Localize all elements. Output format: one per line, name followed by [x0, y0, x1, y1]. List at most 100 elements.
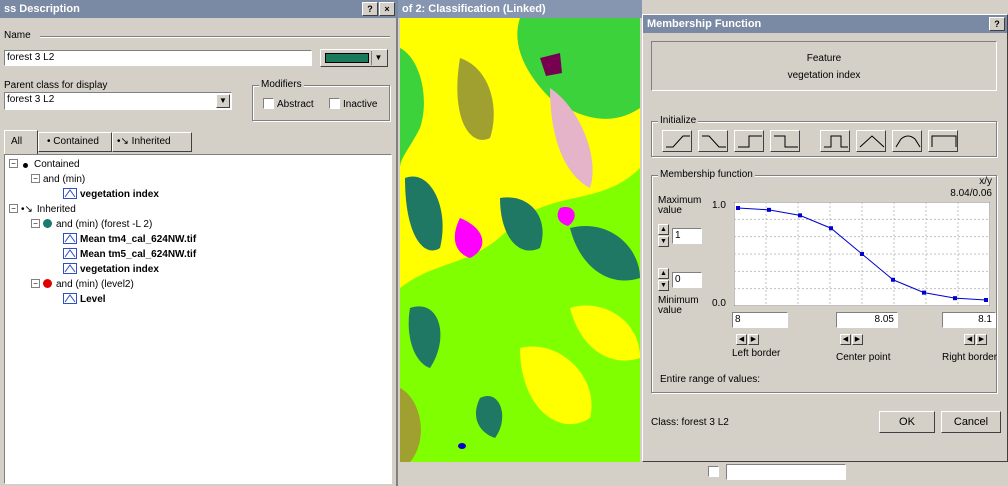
ok-button[interactable]: OK [879, 411, 935, 433]
curve-point[interactable] [736, 206, 740, 210]
initialize-buttons [662, 130, 992, 154]
class-description-titlebar: ss Description ? × [0, 0, 398, 18]
contained-dot-icon: • [47, 136, 51, 147]
close-button[interactable]: × [379, 2, 395, 16]
function-shape-icon [859, 135, 885, 148]
abstract-checkbox[interactable]: Abstract [263, 98, 314, 110]
tab-all-label: All [11, 136, 23, 147]
curve-point[interactable] [922, 290, 926, 295]
function-shape-icon [738, 135, 762, 148]
classification-view-titlebar: of 2: Classification (Linked) [398, 0, 642, 18]
function-shape-button[interactable] [662, 130, 692, 152]
abstract-checkbox-box[interactable] [263, 98, 274, 109]
tree-item[interactable]: Level [53, 293, 106, 307]
function-shape-button[interactable] [856, 130, 886, 152]
maximum-value-field[interactable]: 1 [672, 228, 702, 244]
classification-view-title: of 2: Classification (Linked) [402, 3, 546, 15]
name-label: Name [4, 30, 31, 41]
curve-point[interactable] [829, 226, 833, 231]
help-button[interactable]: ? [989, 17, 1005, 31]
function-shape-button[interactable] [770, 130, 800, 152]
help-button[interactable]: ? [362, 2, 378, 16]
chevron-down-icon[interactable]: ▼ [216, 94, 230, 108]
teal-class-icon [43, 219, 52, 228]
bottom-checkbox[interactable] [708, 466, 719, 477]
tree-item[interactable]: − and (min) (forest -L 2) [31, 218, 152, 232]
collapse-icon[interactable]: − [31, 219, 40, 228]
curve-point[interactable] [891, 277, 895, 282]
right-border-left-arrow[interactable]: ◀ [964, 334, 975, 345]
function-shape-icon [931, 135, 957, 147]
inactive-checkbox-box[interactable] [329, 98, 340, 109]
bottom-field[interactable] [726, 464, 846, 480]
inherited-icon: •↘ [117, 136, 129, 147]
minimum-value-field[interactable]: 0 [672, 272, 702, 288]
collapse-icon[interactable]: − [31, 279, 40, 288]
curve-point[interactable] [984, 298, 988, 302]
curve-point[interactable] [798, 213, 802, 218]
red-class-icon [43, 279, 52, 288]
center-point-field[interactable]: 8.05 [836, 312, 898, 328]
right-border-right-arrow[interactable]: ▶ [976, 334, 987, 345]
left-border-right-arrow[interactable]: ▶ [748, 334, 759, 345]
cancel-button[interactable]: Cancel [941, 411, 1001, 433]
tree-item-label: and (min) (forest -L 2) [56, 219, 153, 230]
curve-point[interactable] [860, 252, 864, 256]
membership-curve-svg [733, 201, 991, 307]
classification-map[interactable] [400, 18, 640, 462]
tree-item-label: and (min) (level2) [56, 279, 134, 290]
tree-item[interactable]: Mean tm5_cal_624NW.tif [53, 248, 196, 262]
name-field[interactable]: forest 3 L2 [4, 50, 312, 66]
class-description-dialog: ss Description ? × Name forest 3 L2 ▼ Pa… [0, 0, 398, 486]
membership-plot[interactable] [733, 201, 991, 307]
min-up-arrow[interactable]: ▲ [658, 268, 669, 279]
modifiers-group: Modifiers Abstract Inactive [252, 79, 390, 121]
function-shape-button[interactable] [892, 130, 922, 152]
tree-item[interactable]: vegetation index [53, 263, 159, 277]
name-separator [40, 36, 390, 38]
modifiers-label: Modifiers [259, 79, 304, 90]
tree-item[interactable]: − Contained [9, 158, 80, 172]
function-shape-button[interactable] [698, 130, 728, 152]
left-border-left-arrow[interactable]: ◀ [736, 334, 747, 345]
color-picker[interactable]: ▼ [320, 49, 388, 67]
tree-item[interactable]: vegetation index [53, 188, 159, 202]
function-shape-button[interactable] [820, 130, 850, 152]
feature-label: Feature [806, 53, 842, 64]
tree-item[interactable]: − and (min) [31, 173, 85, 187]
center-left-arrow[interactable]: ◀ [840, 334, 851, 345]
feature-name: vegetation index [787, 70, 861, 81]
tab-inherited[interactable]: •↘ Inherited [112, 132, 192, 152]
classification-map-image [400, 18, 640, 462]
tree-item-label: Level [80, 294, 106, 305]
chevron-down-icon[interactable]: ▼ [371, 51, 385, 65]
collapse-icon[interactable]: − [31, 174, 40, 183]
tree-item[interactable]: − •↘ Inherited [9, 203, 76, 217]
tab-contained[interactable]: • Contained [38, 132, 112, 152]
collapse-icon[interactable]: − [9, 204, 18, 213]
bottom-toolbar [642, 462, 1008, 486]
initialize-label: Initialize [658, 115, 699, 126]
inactive-checkbox[interactable]: Inactive [329, 98, 377, 110]
right-border-label: Right border [942, 352, 998, 363]
max-up-arrow[interactable]: ▲ [658, 224, 669, 235]
curve-point[interactable] [953, 296, 957, 301]
max-down-arrow[interactable]: ▼ [658, 236, 669, 247]
function-shape-button[interactable] [734, 130, 764, 152]
tree-item-label: and (min) [43, 174, 86, 185]
min-down-arrow[interactable]: ▼ [658, 280, 669, 291]
tree-item[interactable]: Mean tm4_cal_624NW.tif [53, 233, 196, 247]
tab-all[interactable]: All [4, 130, 38, 154]
left-border-field[interactable]: 8 [732, 312, 788, 328]
right-border-field[interactable]: 8.1 [942, 312, 996, 328]
curve-point[interactable] [767, 207, 771, 212]
collapse-icon[interactable]: − [9, 159, 18, 168]
function-shape-button[interactable] [928, 130, 958, 152]
initialize-group: Initialize [651, 115, 997, 157]
function-icon [63, 248, 77, 259]
function-icon [63, 293, 77, 304]
y-top-label: 1.0 [712, 200, 726, 211]
parent-class-select[interactable]: forest 3 L2 ▼ [4, 92, 232, 110]
tree-item[interactable]: − and (min) (level2) [31, 278, 134, 292]
center-right-arrow[interactable]: ▶ [852, 334, 863, 345]
